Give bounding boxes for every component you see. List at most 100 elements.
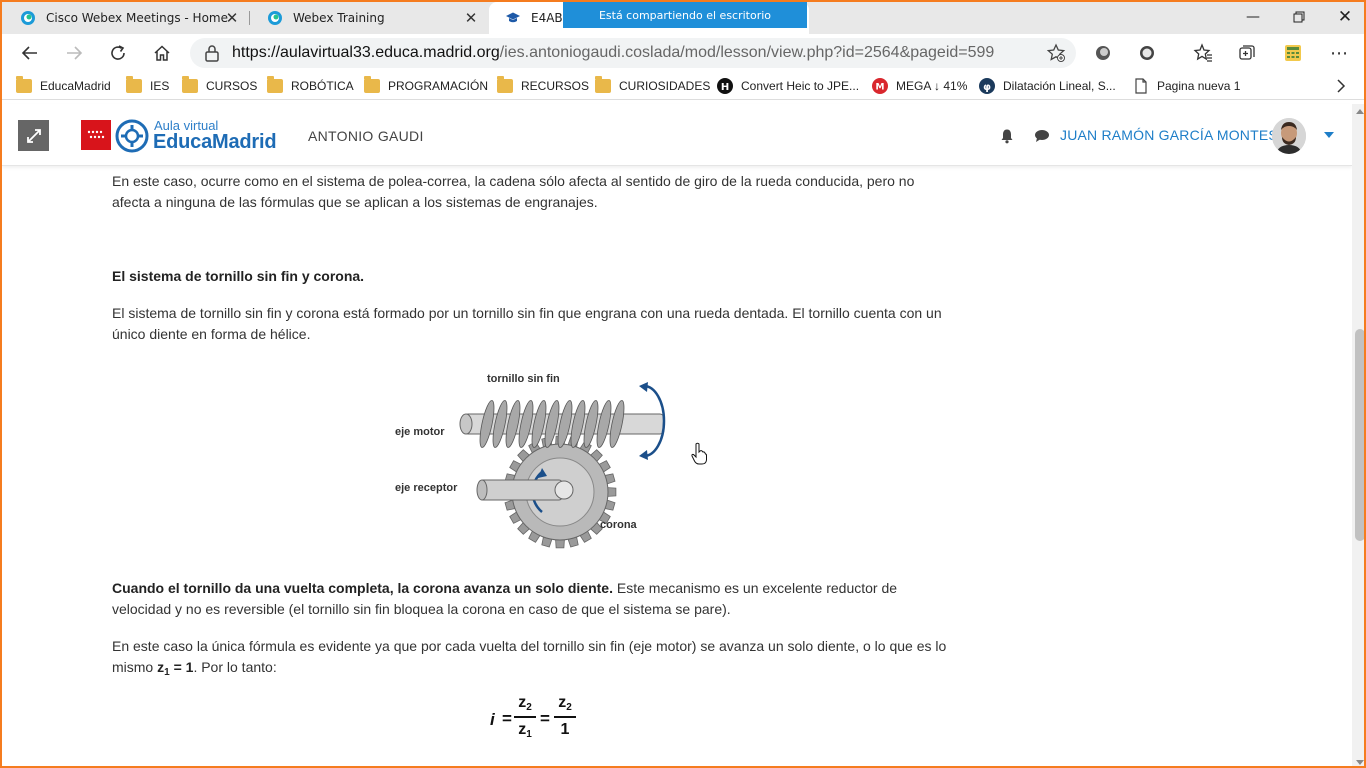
bookmark-label: RECURSOS <box>521 79 590 93</box>
extension-button-2[interactable] <box>1137 43 1157 63</box>
bookmark-programacion[interactable]: PROGRAMACIÓN <box>364 76 488 95</box>
bookmark-label: EducaMadrid <box>40 79 111 93</box>
stars-icon <box>87 130 105 139</box>
add-favorite-icon[interactable] <box>1046 43 1066 63</box>
folder-icon <box>595 76 611 93</box>
z1-variable: z1 = 1 <box>157 659 194 678</box>
settings-more-button[interactable]: ⋯ <box>1329 43 1349 64</box>
denominator: z1 <box>514 719 536 741</box>
bookmark-curiosidades[interactable]: CURIOSIDADES <box>595 76 710 95</box>
tab-webex-training[interactable]: Webex Training ✕ <box>251 2 487 34</box>
messages-chat-icon[interactable] <box>1034 129 1050 143</box>
formula-equals: = <box>540 709 550 728</box>
close-window-button[interactable]: ✕ <box>1322 2 1364 32</box>
bookmark-ies[interactable]: IES <box>126 76 170 95</box>
reload-icon <box>111 45 125 60</box>
bookmark-label: Pagina nueva 1 <box>1157 79 1241 93</box>
folder-icon <box>182 76 198 93</box>
paragraph-cadena: En este caso, ocurre como en el sistema … <box>112 173 915 210</box>
tab-title: Webex Training <box>293 11 385 25</box>
calculator-extension-button[interactable] <box>1283 43 1303 63</box>
restore-icon <box>1293 11 1305 23</box>
site-header: Aula virtual EducaMadrid ANTONIO GAUDI J… <box>2 104 1352 166</box>
minimize-button[interactable]: — <box>1230 2 1276 32</box>
bookmark-label: Convert Heic to JPE... <box>741 79 860 93</box>
bookmark-label: CURSOS <box>206 79 258 93</box>
user-avatar[interactable] <box>1272 118 1306 154</box>
subscript: 2 <box>566 702 572 713</box>
tab-webex-meetings[interactable]: Cisco Webex Meetings - Home ✕ <box>4 2 248 34</box>
site-name-link[interactable]: ANTONIO GAUDI <box>308 128 424 144</box>
extension-circle-icon <box>1140 46 1154 60</box>
bookmark-robotica[interactable]: ROBÓTICA <box>267 76 354 95</box>
bookmark-label: IES <box>150 79 170 93</box>
label-eje-receptor: eje receptor <box>395 482 458 494</box>
extension-circle-icon <box>1096 46 1110 60</box>
svg-text:H: H <box>721 82 729 93</box>
user-menu-caret-icon[interactable] <box>1324 132 1334 138</box>
back-button[interactable] <box>15 38 45 68</box>
bookmark-recursos[interactable]: RECURSOS <box>497 76 590 95</box>
collections-button[interactable] <box>1237 43 1257 63</box>
subscript: 2 <box>526 702 532 713</box>
hand-cursor-icon <box>691 442 707 465</box>
page-scrollbar[interactable] <box>1352 104 1364 766</box>
paragraph-formula-intro: En este caso la única fórmula es evident… <box>112 636 952 683</box>
educamadrid-logo-icon[interactable] <box>115 119 149 153</box>
paragraph-reductor: Cuando el tornillo da una vuelta complet… <box>112 578 952 620</box>
more-bookmarks-button[interactable] <box>1336 77 1346 95</box>
address-toolbar: https://aulavirtual33.educa.madrid.org/i… <box>2 34 1364 72</box>
address-bar[interactable]: https://aulavirtual33.educa.madrid.org/i… <box>190 38 1076 68</box>
comunidad-madrid-flag-logo[interactable] <box>81 120 111 150</box>
scroll-down-arrow-icon[interactable] <box>1356 760 1364 765</box>
extension-button-1[interactable] <box>1093 43 1113 63</box>
bookmark-cursos[interactable]: CURSOS <box>182 76 258 95</box>
url-host: https://aulavirtual33.educa.madrid.org <box>232 44 500 61</box>
numerator: z2 <box>514 691 536 715</box>
paragraph-end: . Por lo tanto: <box>193 659 277 675</box>
home-button[interactable] <box>147 38 177 68</box>
fraction-z2-over-z1: z2 z1 <box>514 691 536 741</box>
bookmark-label: ROBÓTICA <box>291 79 354 93</box>
scrollbar-thumb[interactable] <box>1355 329 1364 541</box>
browser-window: Cisco Webex Meetings - Home ✕ Webex Trai… <box>0 0 1366 768</box>
subscript: 1 <box>526 729 532 740</box>
moodle-cap-icon <box>506 12 520 23</box>
eje-receptor-shape <box>476 479 574 501</box>
tab-strip: Cisco Webex Meetings - Home ✕ Webex Trai… <box>2 2 1364 34</box>
formula-equals: = <box>502 709 512 728</box>
section-heading: El sistema de tornillo sin fin y corona. <box>112 268 365 284</box>
tab-title: Cisco Webex Meetings - Home <box>46 11 228 25</box>
bookmark-convert-heic[interactable]: H Convert Heic to JPE... <box>717 77 859 95</box>
h-icon: H <box>717 78 733 94</box>
webex-icon <box>21 11 35 25</box>
restore-button[interactable] <box>1276 2 1322 32</box>
bookmark-label: MEGA ↓ 41% <box>896 79 968 93</box>
folder-icon <box>364 76 380 93</box>
bookmark-pagina-nueva[interactable]: Pagina nueva 1 <box>1133 77 1240 95</box>
folder-icon <box>126 76 142 93</box>
favorites-star-icon <box>1193 43 1212 62</box>
gear-ratio-formula: i = z2 z1 = z2 1 <box>490 691 610 746</box>
z1-value: = 1 <box>169 659 194 675</box>
close-tab-icon[interactable]: ✕ <box>224 10 240 26</box>
url-path: /ies.antoniogaudi.coslada/mod/lesson/vie… <box>499 44 995 61</box>
close-tab-icon[interactable]: ✕ <box>463 10 479 26</box>
back-arrow-icon <box>21 46 37 60</box>
user-menu-name[interactable]: JUAN RAMÓN GARCÍA MONTES <box>1060 127 1278 143</box>
favorites-button[interactable] <box>1193 43 1213 63</box>
calculator-icon <box>1285 45 1301 61</box>
bookmark-dilatacion[interactable]: φ Dilatación Lineal, S... <box>979 77 1116 95</box>
toggle-drawer-button[interactable] <box>18 120 49 151</box>
lock-icon[interactable] <box>202 43 222 63</box>
logo-title[interactable]: EducaMadrid <box>153 131 277 154</box>
bookmark-mega[interactable]: M MEGA ↓ 41% <box>872 77 967 95</box>
folder-icon <box>16 76 32 93</box>
bookmark-educamadrid[interactable]: EducaMadrid <box>16 76 111 95</box>
forward-button[interactable] <box>59 38 89 68</box>
scroll-up-arrow-icon[interactable] <box>1356 109 1364 114</box>
formula-i: i <box>490 710 495 729</box>
mega-icon: M <box>872 78 888 94</box>
reload-button[interactable] <box>103 38 133 68</box>
notifications-bell-icon[interactable] <box>999 128 1015 144</box>
